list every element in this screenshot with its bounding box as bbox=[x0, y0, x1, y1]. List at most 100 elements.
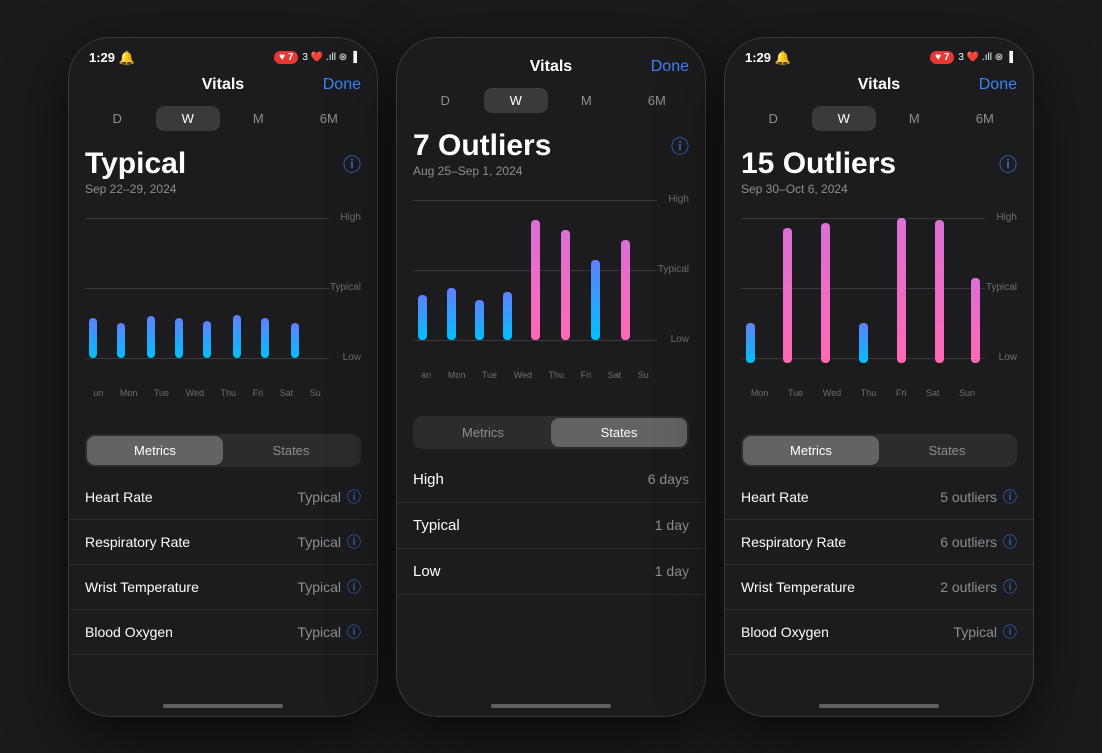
vitals-title-left: Vitals bbox=[202, 76, 244, 94]
metrics-tab-left[interactable]: Metrics bbox=[87, 436, 223, 465]
metric-row-resp-left: Respiratory Rate Typical ⓘ bbox=[69, 520, 377, 565]
day-label-r: Mon bbox=[751, 388, 769, 398]
day-label-m: Thu bbox=[549, 370, 565, 380]
metric-value-resp-right: 6 outliers ⓘ bbox=[940, 532, 1017, 552]
metrics-list-right: Heart Rate 5 outliers ⓘ Respiratory Rate… bbox=[725, 475, 1033, 698]
tab-bar-left: D W M 6M bbox=[69, 102, 377, 139]
day-label-r: Thu bbox=[861, 388, 877, 398]
tab-d-left[interactable]: D bbox=[85, 106, 150, 131]
metric-name-heart-right: Heart Rate bbox=[741, 489, 809, 505]
state-row-typical-middle: Typical 1 day bbox=[397, 503, 705, 549]
vitals-header-left: Vitals Done bbox=[69, 72, 377, 102]
states-tab-right[interactable]: States bbox=[879, 436, 1015, 465]
info-icon-resp-left[interactable]: ⓘ bbox=[347, 532, 361, 552]
metrics-tab-right[interactable]: Metrics bbox=[743, 436, 879, 465]
info-icon-left[interactable]: ⓘ bbox=[343, 151, 361, 177]
tab-w-left[interactable]: W bbox=[156, 106, 221, 131]
status-bar-left: 1:29 🔔 ♥ 7 3 ❤️ .ıll ⊛ ▐ bbox=[69, 38, 377, 72]
tab-bar-right: D W M 6M bbox=[725, 102, 1033, 139]
vitals-header-middle: Vitals Done bbox=[397, 54, 705, 84]
metrics-list-left: Heart Rate Typical ⓘ Respiratory Rate Ty… bbox=[69, 475, 377, 698]
tab-m-right[interactable]: M bbox=[882, 106, 947, 131]
metric-value-heart-left: Typical ⓘ bbox=[297, 487, 361, 507]
info-icon-oxygen-left[interactable]: ⓘ bbox=[347, 622, 361, 642]
done-button-middle[interactable]: Done bbox=[651, 58, 689, 76]
metric-name-oxygen-left: Blood Oxygen bbox=[85, 624, 173, 640]
info-icon-wrist-right[interactable]: ⓘ bbox=[1003, 577, 1017, 597]
signal-right: 3 ❤️ .ıll ⊛ ▐ bbox=[958, 52, 1013, 63]
day-label: Wed bbox=[186, 388, 204, 398]
tab-m-middle[interactable]: M bbox=[554, 88, 619, 113]
metric-value-oxygen-right: Typical ⓘ bbox=[953, 622, 1017, 642]
chart-label-low-left: Low bbox=[343, 352, 361, 363]
day-label: Tue bbox=[154, 388, 169, 398]
state-row-high-middle: High 6 days bbox=[397, 457, 705, 503]
state-name-low: Low bbox=[413, 563, 441, 580]
metrics-toggle-left: Metrics States bbox=[85, 434, 361, 467]
tab-w-middle[interactable]: W bbox=[484, 88, 549, 113]
tab-6m-middle[interactable]: 6M bbox=[625, 88, 690, 113]
done-button-right[interactable]: Done bbox=[979, 76, 1017, 94]
day-label: Su bbox=[310, 388, 321, 398]
phone-middle: Vitals Done D W M 6M 7 Outliers Aug 25–S… bbox=[396, 37, 706, 717]
chart-svg-right bbox=[741, 208, 1006, 378]
vitals-title-right: Vitals bbox=[858, 76, 900, 94]
info-icon-heart-left[interactable]: ⓘ bbox=[347, 487, 361, 507]
metric-value-wrist-left: Typical ⓘ bbox=[297, 577, 361, 597]
tab-w-right[interactable]: W bbox=[812, 106, 877, 131]
summary-left: Typical Sep 22–29, 2024 ⓘ bbox=[69, 139, 377, 200]
summary-date-middle: Aug 25–Sep 1, 2024 bbox=[413, 164, 551, 178]
states-tab-left[interactable]: States bbox=[223, 436, 359, 465]
day-label-m: an bbox=[421, 370, 431, 380]
info-icon-wrist-left[interactable]: ⓘ bbox=[347, 577, 361, 597]
metric-row-wrist-left: Wrist Temperature Typical ⓘ bbox=[69, 565, 377, 610]
phone-left: 1:29 🔔 ♥ 7 3 ❤️ .ıll ⊛ ▐ Vitals Done D W… bbox=[68, 37, 378, 717]
tab-m-left[interactable]: M bbox=[226, 106, 291, 131]
carrier-badge-right: ♥ 7 bbox=[930, 51, 954, 64]
status-icons-right: ♥ 7 3 ❤️ .ıll ⊛ ▐ bbox=[930, 51, 1013, 64]
state-days-typical: 1 day bbox=[655, 517, 689, 533]
metric-row-heart-left: Heart Rate Typical ⓘ bbox=[69, 475, 377, 520]
carrier-badge-left: ♥ 7 bbox=[274, 51, 298, 64]
metric-value-resp-left: Typical ⓘ bbox=[297, 532, 361, 552]
chart-svg-left bbox=[85, 218, 345, 378]
day-label: Sat bbox=[280, 388, 294, 398]
info-icon-heart-right[interactable]: ⓘ bbox=[1003, 487, 1017, 507]
tab-bar-middle: D W M 6M bbox=[397, 84, 705, 121]
summary-right: 15 Outliers Sep 30–Oct 6, 2024 ⓘ bbox=[725, 139, 1033, 200]
home-indicator-middle bbox=[491, 704, 611, 708]
phones-container: 1:29 🔔 ♥ 7 3 ❤️ .ıll ⊛ ▐ Vitals Done D W… bbox=[48, 17, 1054, 737]
tab-d-middle[interactable]: D bbox=[413, 88, 478, 113]
info-icon-oxygen-right[interactable]: ⓘ bbox=[1003, 622, 1017, 642]
info-icon-resp-right[interactable]: ⓘ bbox=[1003, 532, 1017, 552]
metric-name-oxygen-right: Blood Oxygen bbox=[741, 624, 829, 640]
summary-date-left: Sep 22–29, 2024 bbox=[85, 182, 186, 196]
day-label: Thu bbox=[221, 388, 237, 398]
info-icon-middle[interactable]: ⓘ bbox=[671, 133, 689, 159]
summary-title-middle: 7 Outliers bbox=[413, 129, 551, 162]
metric-row-wrist-right: Wrist Temperature 2 outliers ⓘ bbox=[725, 565, 1033, 610]
status-bar-middle bbox=[397, 38, 705, 54]
done-button-left[interactable]: Done bbox=[323, 76, 361, 94]
day-label-m: Wed bbox=[514, 370, 532, 380]
day-label: un bbox=[93, 388, 103, 398]
state-days-high: 6 days bbox=[648, 471, 689, 487]
metric-row-heart-right: Heart Rate 5 outliers ⓘ bbox=[725, 475, 1033, 520]
state-days-low: 1 day bbox=[655, 563, 689, 579]
day-label-m: Mon bbox=[448, 370, 466, 380]
tab-d-right[interactable]: D bbox=[741, 106, 806, 131]
metric-name-wrist-left: Wrist Temperature bbox=[85, 579, 199, 595]
summary-middle: 7 Outliers Aug 25–Sep 1, 2024 ⓘ bbox=[397, 121, 705, 182]
info-icon-right[interactable]: ⓘ bbox=[999, 151, 1017, 177]
tab-6m-left[interactable]: 6M bbox=[297, 106, 362, 131]
summary-title-right: 15 Outliers bbox=[741, 147, 896, 180]
chart-area-right: High Typical Low bbox=[725, 200, 1033, 430]
day-label-m: Tue bbox=[482, 370, 497, 380]
day-label-r: Wed bbox=[823, 388, 841, 398]
metrics-tab-middle[interactable]: Metrics bbox=[415, 418, 551, 447]
home-indicator-right bbox=[819, 704, 939, 708]
metric-name-heart-left: Heart Rate bbox=[85, 489, 153, 505]
tab-6m-right[interactable]: 6M bbox=[953, 106, 1018, 131]
states-tab-middle[interactable]: States bbox=[551, 418, 687, 447]
metric-name-resp-left: Respiratory Rate bbox=[85, 534, 190, 550]
